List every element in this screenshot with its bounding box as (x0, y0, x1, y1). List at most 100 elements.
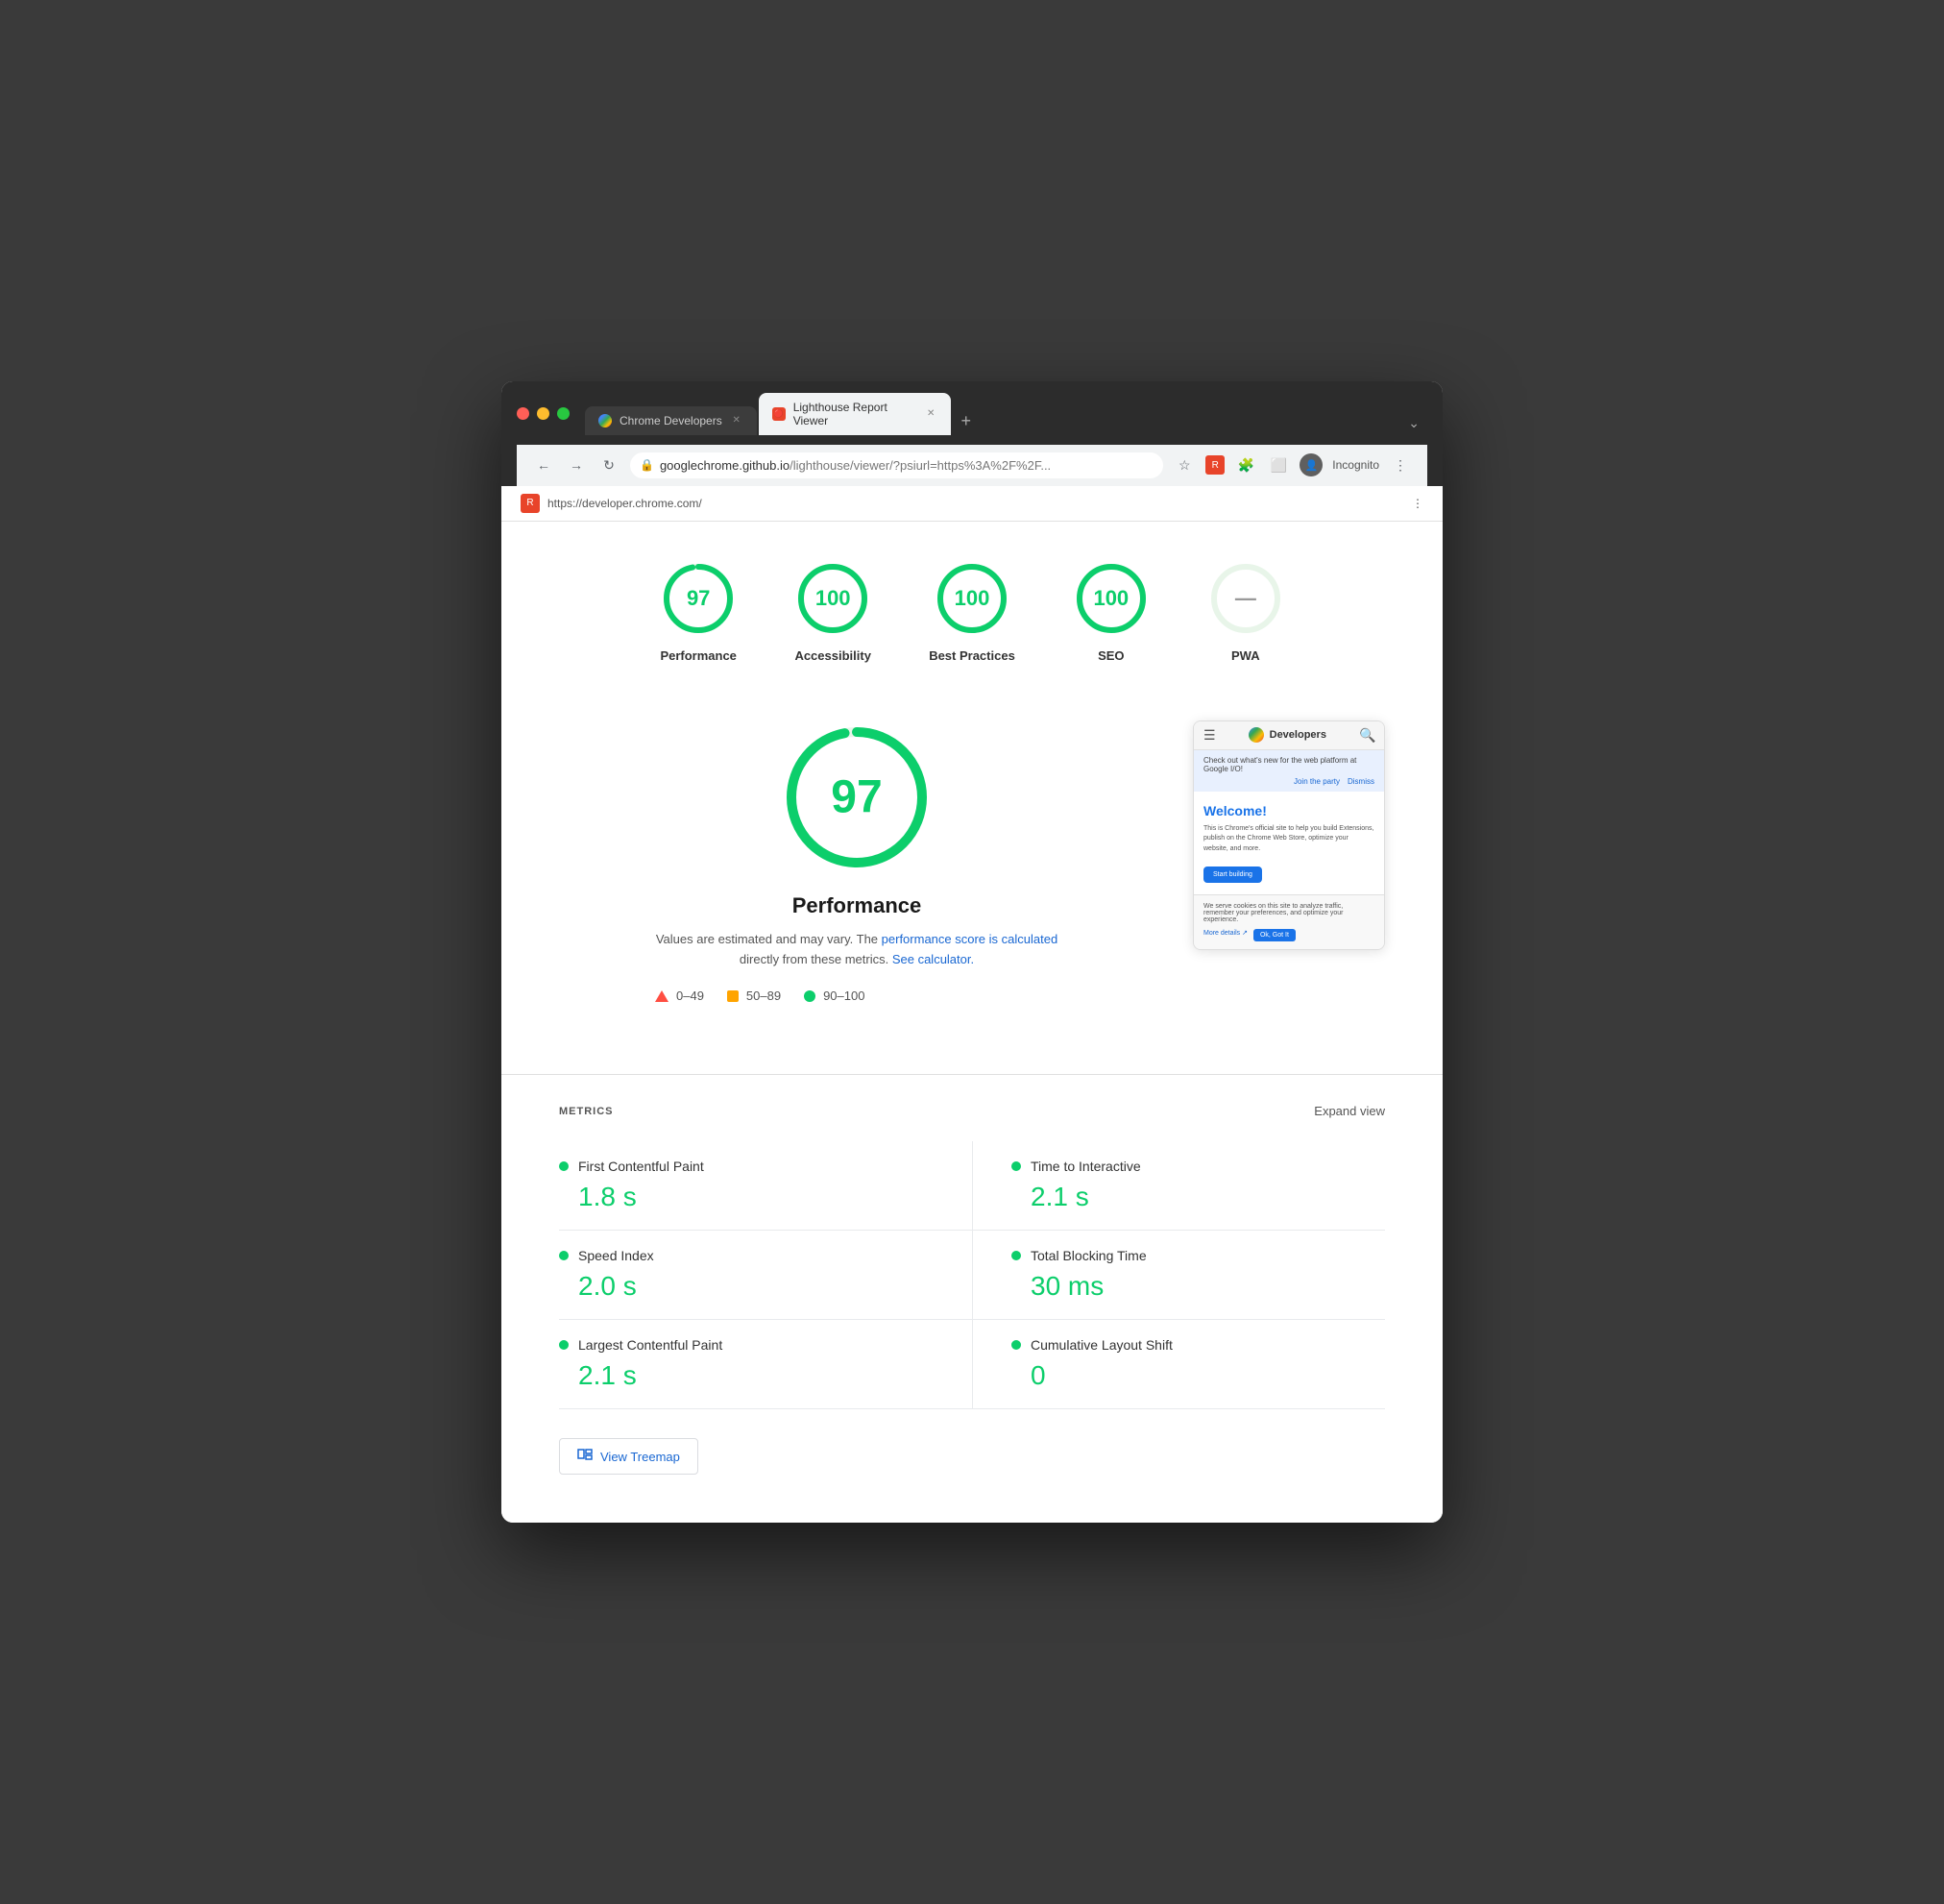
legend-row: 0–49 50–89 90–100 (655, 989, 1058, 1003)
star-icon[interactable]: ☆ (1173, 453, 1196, 476)
tab-lighthouse-label: Lighthouse Report Viewer (793, 401, 917, 427)
preview-cookie-bar: We serve cookies on this site to analyze… (1194, 894, 1384, 949)
traffic-lights (517, 407, 570, 420)
legend-item-orange: 50–89 (727, 989, 781, 1003)
metric-name-cls: Cumulative Layout Shift (1031, 1337, 1173, 1353)
score-label-accessibility: Accessibility (794, 648, 871, 663)
url-base: googlechrome.github.io (660, 458, 790, 473)
score-item-pwa: — PWA (1207, 560, 1284, 663)
view-treemap-button[interactable]: View Treemap (559, 1438, 698, 1475)
metrics-header: METRICS Expand view (559, 1104, 1385, 1118)
tab-menu-button[interactable]: ⌄ (1400, 411, 1427, 435)
metric-value-tbt: 30 ms (1031, 1271, 1385, 1302)
metrics-grid: First Contentful Paint 1.8 s Time to Int… (559, 1141, 1385, 1409)
metric-value-tti: 2.1 s (1031, 1182, 1385, 1212)
info-bar-extension-icon: R (521, 494, 540, 513)
incognito-label: Incognito (1332, 458, 1379, 472)
metric-name-fcp: First Contentful Paint (578, 1159, 704, 1174)
tab-close-lighthouse[interactable]: ✕ (925, 407, 937, 421)
metric-item-lcp: Largest Contentful Paint 2.1 s (559, 1320, 972, 1409)
score-circle-seo: 100 (1073, 560, 1150, 637)
score-label-best-practices: Best Practices (929, 648, 1015, 663)
metric-dot-lcp (559, 1340, 569, 1350)
metric-item-si: Speed Index 2.0 s (559, 1231, 972, 1320)
metric-dot-fcp (559, 1161, 569, 1171)
preview-join-link[interactable]: Join the party (1294, 777, 1340, 786)
url-path: /lighthouse/viewer/?psiurl=https%3A%2F%2… (790, 458, 1051, 473)
legend-range-green: 90–100 (823, 989, 864, 1003)
profile-avatar[interactable]: 👤 (1300, 453, 1323, 476)
score-value-seo: 100 (1093, 586, 1129, 611)
screenshot-preview: ☰ Developers 🔍 Check out what's new for … (1193, 720, 1385, 951)
address-box[interactable]: 🔒 googlechrome.github.io/lighthouse/view… (630, 452, 1163, 478)
metric-dot-si (559, 1251, 569, 1260)
reload-button[interactable]: ↻ (597, 453, 620, 476)
preview-dismiss-link[interactable]: Dismiss (1348, 777, 1374, 786)
legend-dot-icon (804, 990, 815, 1002)
score-value-accessibility: 100 (815, 586, 851, 611)
metric-item-cls: Cumulative Layout Shift 0 (972, 1320, 1385, 1409)
metric-name-lcp: Largest Contentful Paint (578, 1337, 722, 1353)
legend-range-red: 0–49 (676, 989, 704, 1003)
puzzle-icon[interactable]: 🧩 (1234, 453, 1257, 476)
minimize-button[interactable] (537, 407, 549, 420)
main-left: 97 Performance Values are estimated and … (559, 720, 1154, 1027)
main-section: 97 Performance Values are estimated and … (559, 720, 1385, 1027)
scores-row: 97 Performance 100 Accessibility (559, 560, 1385, 663)
metric-header-si: Speed Index (559, 1248, 934, 1263)
score-item-performance: 97 Performance (660, 560, 737, 663)
new-tab-button[interactable]: + (953, 408, 980, 435)
close-button[interactable] (517, 407, 529, 420)
preview-ok-btn[interactable]: Ok, Got It (1253, 929, 1296, 941)
metric-value-cls: 0 (1031, 1360, 1385, 1391)
metric-header-tbt: Total Blocking Time (1011, 1248, 1385, 1263)
metric-item-tti: Time to Interactive 2.1 s (972, 1141, 1385, 1231)
metric-header-tti: Time to Interactive (1011, 1159, 1385, 1174)
info-bar: R https://developer.chrome.com/ ⋮ (501, 486, 1443, 522)
tab-chrome-developers-label: Chrome Developers (620, 414, 722, 427)
metric-dot-tti (1011, 1161, 1021, 1171)
preview-body-text: This is Chrome's official site to help y… (1203, 824, 1374, 855)
preview-banner-text: Check out what's new for the web platfor… (1203, 756, 1356, 773)
tabs-bar: Chrome Developers ✕ 🔴 Lighthouse Report … (585, 393, 1427, 435)
perf-score-link[interactable]: performance score is calculated (882, 932, 1058, 946)
info-bar-menu[interactable]: ⋮ (1412, 497, 1423, 510)
info-bar-url: https://developer.chrome.com/ (547, 497, 702, 510)
extension-icon[interactable]: R (1205, 455, 1225, 475)
legend-triangle-icon (655, 990, 668, 1002)
metrics-section: METRICS Expand view First Contentful Pai… (559, 1104, 1385, 1475)
preview-more-details-link[interactable]: More details ↗ (1203, 929, 1248, 941)
tab-lighthouse[interactable]: 🔴 Lighthouse Report Viewer ✕ (759, 393, 951, 435)
back-button[interactable]: ← (532, 453, 555, 476)
info-bar-left: R https://developer.chrome.com/ (521, 494, 702, 513)
forward-button[interactable]: → (565, 453, 588, 476)
window-icon[interactable]: ⬜ (1267, 453, 1290, 476)
metric-name-tti: Time to Interactive (1031, 1159, 1141, 1174)
score-circle-pwa: — (1207, 560, 1284, 637)
legend-item-red: 0–49 (655, 989, 704, 1003)
big-score-circle: 97 (780, 720, 934, 874)
preview-start-btn[interactable]: Start building (1203, 867, 1262, 883)
metric-item-fcp: First Contentful Paint 1.8 s (559, 1141, 972, 1231)
metric-dot-cls (1011, 1340, 1021, 1350)
maximize-button[interactable] (557, 407, 570, 420)
tab-chrome-developers[interactable]: Chrome Developers ✕ (585, 406, 757, 435)
score-label-pwa: PWA (1231, 648, 1260, 663)
metric-value-si: 2.0 s (578, 1271, 934, 1302)
lock-icon: 🔒 (640, 458, 654, 472)
calculator-link[interactable]: See calculator. (892, 952, 974, 966)
browser-content: 97 Performance 100 Accessibility (501, 522, 1443, 1524)
preview-body: Welcome! This is Chrome's official site … (1194, 792, 1384, 895)
treemap-btn-label: View Treemap (600, 1450, 680, 1464)
legend-range-orange: 50–89 (746, 989, 781, 1003)
legend-item-green: 90–100 (804, 989, 864, 1003)
address-bar-row: ← → ↻ 🔒 googlechrome.github.io/lighthous… (517, 445, 1427, 486)
tab-close-chrome[interactable]: ✕ (730, 414, 743, 427)
expand-view-button[interactable]: Expand view (1314, 1104, 1385, 1118)
score-label-performance: Performance (660, 648, 736, 663)
preview-hamburger-icon: ☰ (1203, 727, 1216, 744)
score-label-seo: SEO (1098, 648, 1124, 663)
section-divider (501, 1074, 1443, 1075)
browser-menu-icon[interactable]: ⋮ (1389, 453, 1412, 476)
preview-banner-actions: Join the party Dismiss (1203, 777, 1374, 786)
